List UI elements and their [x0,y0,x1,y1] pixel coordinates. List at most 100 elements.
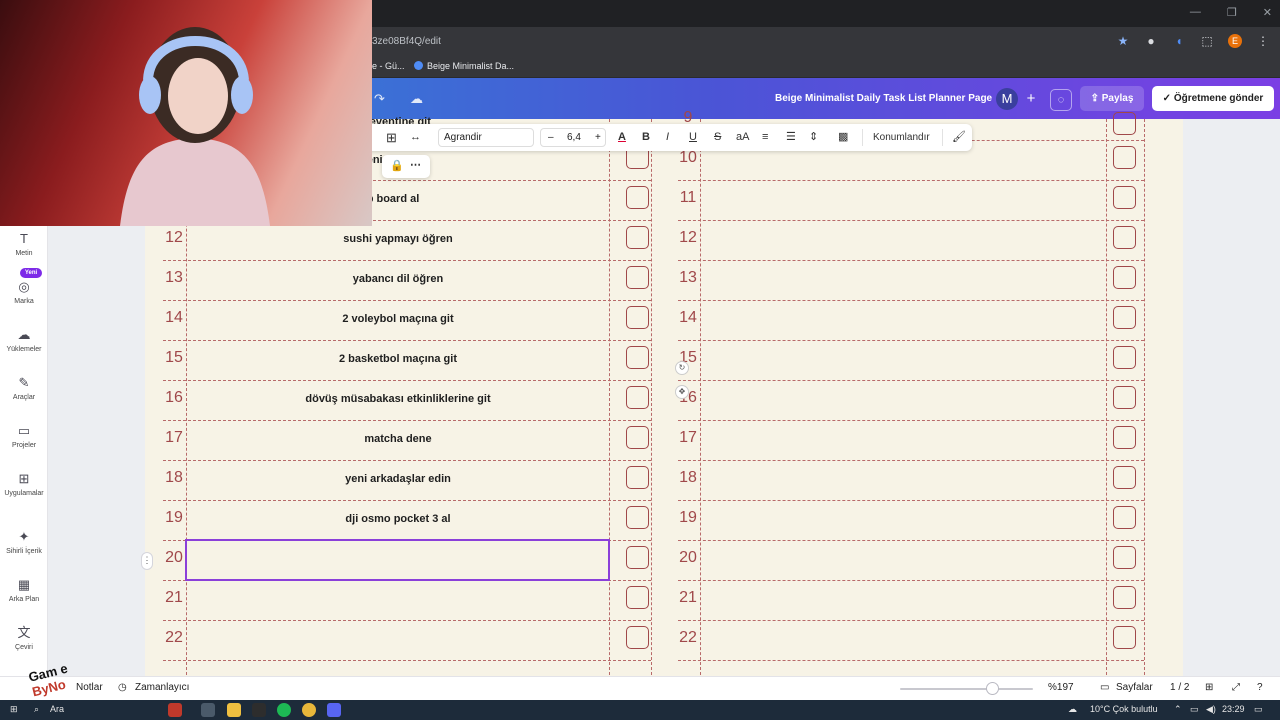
sidebar-item-tools[interactable]: ✎ Araçlar [0,375,48,401]
task-text[interactable]: 2 basketbol maçına git [188,353,608,365]
sidebar-item-translate[interactable]: 文 Çeviri [0,625,48,651]
discord-icon[interactable] [327,703,341,717]
sidebar-item-background[interactable]: ▦ Arka Plan [0,577,48,603]
position-button[interactable]: Konumlandır [873,130,930,145]
puzzle-icon[interactable]: ⬚ [1200,34,1214,48]
add-collaborator-button[interactable]: + [1022,90,1040,108]
redo-icon[interactable]: ↷ [374,91,385,107]
task-checkbox[interactable] [626,426,649,449]
weather-text[interactable]: 10°C Çok bulutlu [1090,704,1158,714]
menu-dots-icon[interactable]: ⋮ [1256,34,1270,48]
format-painter-icon[interactable]: 🖌 [952,130,966,145]
sidebar-item-magic-content[interactable]: ✦ Sihirli İçerik [0,529,48,555]
sidebar-item-text[interactable]: T Metin [0,231,48,257]
volume-icon[interactable]: ◀) [1206,704,1216,715]
restore-icon[interactable]: ❐ [1227,6,1237,19]
task-text[interactable]: sushi yapmayı öğren [188,233,608,245]
task-checkbox[interactable] [1113,626,1136,649]
task-checkbox[interactable] [1113,186,1136,209]
share-button[interactable]: ⇪ Paylaş [1080,86,1144,111]
search-icon[interactable]: ⌕ [34,704,39,715]
task-checkbox[interactable] [626,266,649,289]
zoom-level[interactable]: %197 [1048,682,1074,693]
clock-time[interactable]: 23:29 [1222,704,1245,714]
notification-icon[interactable]: ▭ [1254,704,1263,715]
taskbar-search[interactable]: Ara [50,704,64,714]
spotify-icon[interactable] [277,703,291,717]
network-icon[interactable]: ▭ [1190,704,1199,715]
task-checkbox[interactable] [1113,266,1136,289]
font-family-select[interactable]: Agrandir [438,128,534,147]
underline-button[interactable]: U [689,130,697,145]
taskbar-app-icon[interactable] [168,703,182,717]
task-text[interactable]: yabancı dil öğren [188,273,608,285]
task-checkbox[interactable] [626,586,649,609]
task-checkbox[interactable] [626,466,649,489]
task-checkbox[interactable] [1113,426,1136,449]
task-view-icon[interactable] [201,703,215,717]
obs-icon[interactable] [252,703,266,717]
comment-button[interactable]: ◌ [1050,89,1072,111]
avatar[interactable]: M [996,88,1018,110]
notes-button[interactable]: Notlar [76,682,103,693]
task-checkbox[interactable] [1113,386,1136,409]
lock-icon[interactable]: 🔒 [390,159,404,174]
move-handle-icon[interactable]: ✥ [675,385,689,399]
task-checkbox[interactable] [1113,346,1136,369]
profile-avatar[interactable]: E [1228,34,1242,48]
windows-start-icon[interactable]: ⊞ [10,704,18,715]
zoom-slider[interactable] [900,688,1033,690]
timer-icon[interactable]: ◷ [118,682,127,693]
task-text[interactable]: matcha dene [188,433,608,445]
task-checkbox[interactable] [1113,146,1136,169]
zoom-slider-handle[interactable] [985,682,999,695]
task-checkbox[interactable] [626,546,649,569]
strikethrough-button[interactable]: S [714,130,721,145]
timer-button[interactable]: Zamanlayıcı [135,682,189,693]
sidebar-item-uploads[interactable]: ☁ Yüklemeler [0,327,48,353]
close-icon[interactable]: ✕ [1263,6,1272,19]
task-checkbox[interactable] [1113,112,1136,135]
task-checkbox[interactable] [1113,226,1136,249]
increase-size-button[interactable]: + [595,129,601,146]
task-checkbox[interactable] [626,626,649,649]
task-checkbox[interactable] [626,506,649,529]
decrease-size-button[interactable]: – [548,129,554,146]
task-text[interactable]: dji osmo pocket 3 al [188,513,608,525]
cloud-save-icon[interactable]: ☁ [410,91,423,107]
bold-button[interactable]: B [642,130,650,145]
spacing-icon[interactable]: ↔ [410,130,421,145]
task-checkbox[interactable] [1113,306,1136,329]
pages-icon[interactable]: ▭ [1100,682,1109,693]
task-text[interactable]: yeni arkadaşlar edin [188,473,608,485]
task-checkbox[interactable] [1113,506,1136,529]
chrome-icon[interactable] [302,703,316,717]
document-title[interactable]: Beige Minimalist Daily Task List Planner… [775,93,992,104]
minimize-icon[interactable]: — [1190,6,1201,19]
task-checkbox[interactable] [626,386,649,409]
selected-text-box[interactable] [185,539,610,581]
task-text[interactable]: dövüş müsabakası etkinliklerine git [188,393,608,405]
sidebar-item-projects[interactable]: ▭ Projeler [0,423,48,449]
task-checkbox[interactable] [626,226,649,249]
file-explorer-icon[interactable] [227,703,241,717]
list-icon[interactable]: ☰ [786,130,796,145]
bookmark-item[interactable]: e - Gü... [372,61,405,71]
row-options-icon[interactable]: ⋮ [141,552,153,570]
star-icon[interactable]: ★ [1116,34,1130,48]
more-options-icon[interactable]: ⋯ [410,158,421,173]
task-checkbox[interactable] [626,306,649,329]
extension-icon[interactable]: ● [1144,34,1158,48]
sidebar-item-apps[interactable]: ⊞ Uygulamalar [0,471,48,497]
bookmark-item[interactable]: Beige Minimalist Da... [414,61,514,71]
tray-chevron-icon[interactable]: ⌃ [1174,704,1182,715]
table-icon[interactable]: ⊞ [386,130,397,145]
task-text[interactable]: up board al [360,193,480,205]
align-icon[interactable]: ≡ [762,130,768,145]
text-spacing-icon[interactable]: ⇕ [809,130,818,145]
pages-button[interactable]: Sayfalar [1116,682,1153,693]
rotate-handle-icon[interactable]: ↻ [675,361,689,375]
help-icon[interactable]: ? [1257,682,1263,693]
task-checkbox[interactable] [626,346,649,369]
letter-case-button[interactable]: aA [736,130,749,145]
